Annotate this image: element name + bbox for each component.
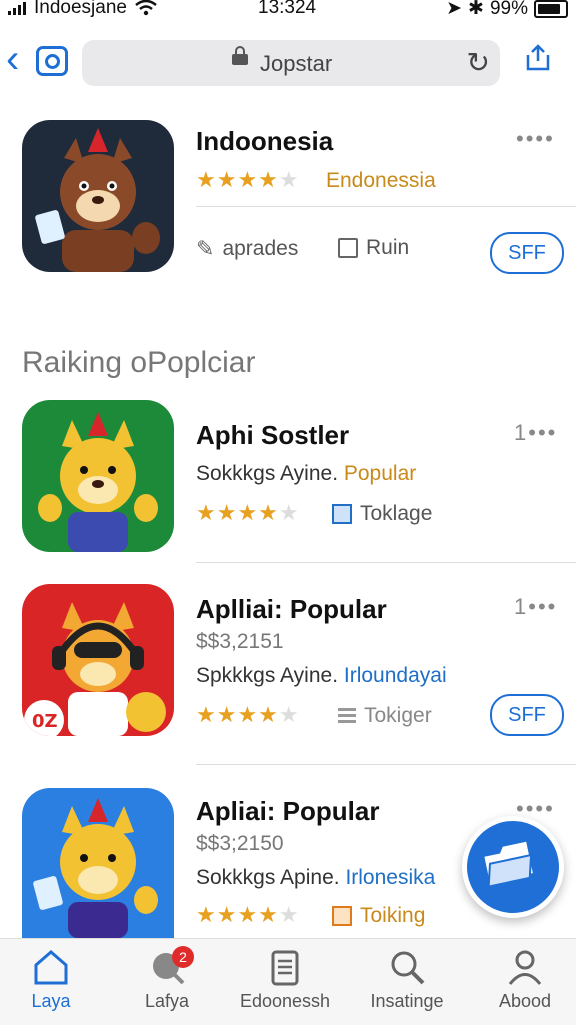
app-1-icon[interactable] bbox=[22, 400, 174, 552]
app-2-get-button[interactable]: SFF bbox=[490, 694, 564, 736]
wifi-icon bbox=[135, 0, 157, 16]
notification-badge: 2 bbox=[172, 946, 194, 968]
featured-category: Endonessia bbox=[326, 169, 436, 192]
tab-bar: Laya Lafya Edoonessh Insatinge Abood bbox=[0, 938, 576, 1025]
app-3-price: $$3;2150 bbox=[196, 832, 284, 855]
app-1-more[interactable]: 1••• bbox=[514, 420, 557, 446]
app-2-price: $$3,2151 bbox=[196, 630, 284, 653]
tab-5-label: Abood bbox=[498, 991, 552, 1011]
tab-home-label: Laya bbox=[31, 991, 71, 1011]
featured-action-2-label: Ruin bbox=[366, 236, 410, 259]
battery-icon bbox=[534, 0, 568, 18]
featured-get-button[interactable]: SFF bbox=[490, 232, 564, 274]
clipboard-icon bbox=[271, 950, 299, 986]
app-2-subtitle-line: Spkkkgs Ayine. Irloundayai bbox=[196, 664, 447, 688]
home-icon bbox=[34, 950, 68, 985]
app-1-rank: 1 bbox=[514, 420, 529, 445]
bluetooth-icon: ✱ bbox=[468, 0, 484, 19]
app-2-rank: 1 bbox=[514, 594, 529, 619]
lock-icon bbox=[232, 46, 248, 65]
svg-text:0Z: 0Z bbox=[32, 711, 58, 732]
carrier-name: Indoesjane bbox=[34, 0, 127, 18]
folder-icon bbox=[484, 841, 533, 888]
app-3-meta-label: Toiking bbox=[360, 904, 426, 927]
featured-app-title[interactable]: Indoonesia bbox=[196, 126, 333, 157]
app-2-divider bbox=[196, 764, 576, 765]
app-2-rating-stars: ★★★★★ bbox=[196, 702, 300, 727]
featured-action-1-label: aprades bbox=[222, 237, 299, 260]
app-3-rating-stars: ★★★★★ bbox=[196, 902, 300, 927]
app-3-subtitle-line: Sokkkgs Apine. Irlonesika bbox=[196, 866, 435, 890]
back-chevron-icon[interactable]: ‹ bbox=[6, 39, 19, 79]
section-title: Raiking oPoplciar bbox=[22, 346, 256, 379]
featured-divider bbox=[196, 206, 576, 207]
app-1-subtitle: Sokkkgs Ayine. bbox=[196, 462, 339, 485]
tag-icon bbox=[332, 906, 352, 926]
app-3-title[interactable]: Apliai: Popular bbox=[196, 796, 379, 827]
tab-list[interactable]: Edoonessh bbox=[230, 947, 340, 1012]
battery-percent: 99% bbox=[489, 0, 528, 19]
app-1-meta: Toklage bbox=[332, 502, 432, 526]
location-icon: ➤ bbox=[446, 0, 463, 19]
app-1-tag: Popular bbox=[343, 462, 417, 485]
app-3-tag: Irlonesika bbox=[345, 866, 436, 889]
app-2-meta: Tokiger bbox=[338, 704, 432, 728]
status-time: 13:324 bbox=[258, 0, 317, 18]
app-2-title[interactable]: Aplliai: Popular bbox=[196, 594, 387, 625]
address-text: Jopstar bbox=[260, 51, 333, 76]
carrier-group: Indoesjane bbox=[8, 0, 157, 19]
share-icon[interactable] bbox=[524, 44, 552, 72]
search-icon bbox=[391, 951, 425, 985]
app-1-meta-label: Toklage bbox=[360, 502, 433, 525]
app-2-more-icon[interactable]: ••• bbox=[528, 594, 557, 619]
featured-more-icon[interactable]: •••• bbox=[516, 126, 555, 152]
app-3-subtitle: Sokkkgs Apine. bbox=[196, 866, 340, 889]
app-1-title[interactable]: Aphi Sostler bbox=[196, 420, 349, 451]
tab-3-label: Edoonessh bbox=[239, 991, 331, 1011]
featured-action-1[interactable]: ✎ aprades bbox=[196, 236, 298, 262]
tab-2-label: Lafya bbox=[144, 991, 190, 1011]
tab-search-2[interactable]: Lafya bbox=[112, 947, 222, 1012]
calendar-icon bbox=[338, 238, 358, 258]
profile-icon bbox=[508, 950, 542, 985]
status-right: ➤ ✱ 99% bbox=[446, 0, 568, 20]
address-bar[interactable]: Jopstar ↻ bbox=[82, 40, 500, 86]
floating-action-button[interactable] bbox=[462, 816, 564, 918]
reload-icon[interactable]: ↻ bbox=[467, 46, 490, 79]
browser-toolbar: ‹ Jopstar ↻ bbox=[0, 28, 576, 98]
app-1-divider bbox=[196, 562, 576, 563]
featured-action-2[interactable]: Ruin bbox=[338, 236, 409, 260]
featured-app-icon[interactable] bbox=[22, 120, 174, 272]
camera-icon[interactable] bbox=[36, 46, 68, 76]
app-1-more-icon[interactable]: ••• bbox=[528, 420, 557, 445]
pencil-icon: ✎ bbox=[196, 236, 215, 261]
signal-icon bbox=[8, 1, 26, 15]
app-3-icon[interactable] bbox=[22, 788, 174, 938]
app-2-subtitle: Spkkkgs Ayine. bbox=[196, 664, 339, 687]
app-1-subtitle-line: Sokkkgs Ayine. Popular bbox=[196, 462, 416, 486]
tab-search[interactable]: Insatinge bbox=[352, 947, 462, 1012]
app-1-rating-stars: ★★★★★ bbox=[196, 500, 300, 525]
app-2-icon[interactable]: 0Z bbox=[22, 584, 174, 736]
app-2-meta-label: Tokiger bbox=[364, 704, 432, 727]
list-icon bbox=[338, 708, 356, 724]
tag-icon bbox=[332, 504, 352, 524]
featured-rating-stars: ★★★★★ bbox=[196, 167, 300, 192]
app-3-meta: Toiking bbox=[332, 904, 425, 928]
app-2-more[interactable]: 1••• bbox=[514, 594, 557, 620]
tab-home[interactable]: Laya bbox=[0, 947, 106, 1012]
tab-4-label: Insatinge bbox=[370, 991, 444, 1011]
app-2-tag: Irloundayai bbox=[343, 664, 447, 687]
status-bar: Indoesjane 13:324 ➤ ✱ 99% bbox=[0, 0, 576, 22]
tab-profile[interactable]: Abood bbox=[470, 947, 576, 1012]
